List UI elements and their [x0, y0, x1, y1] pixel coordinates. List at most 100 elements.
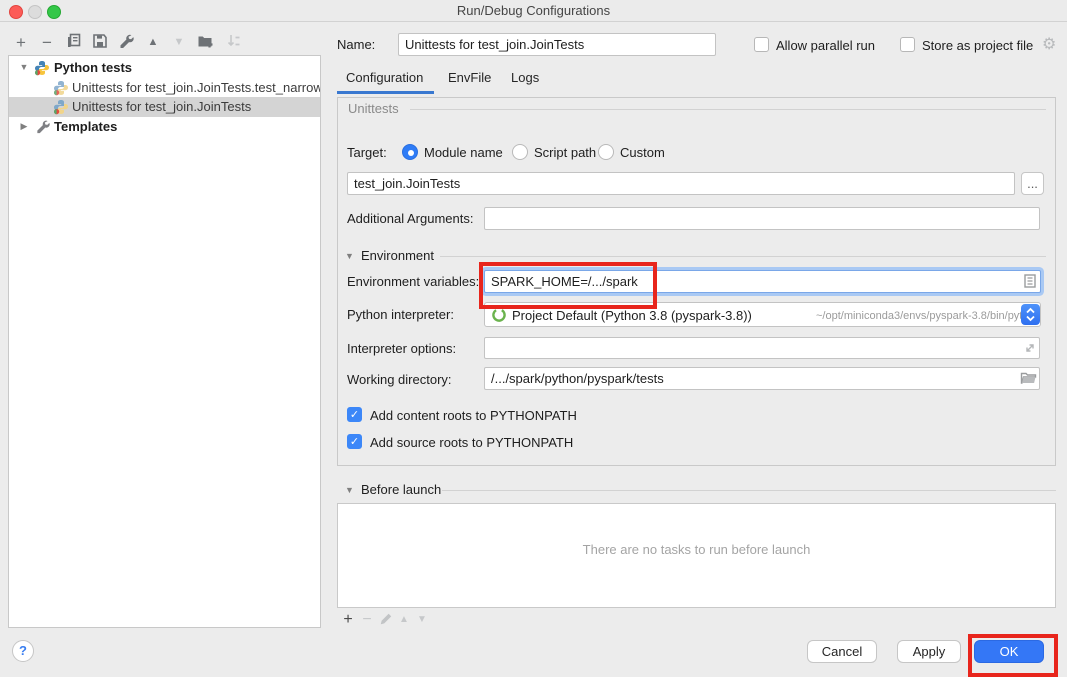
python-interpreter-path: ~/opt/miniconda3/envs/pyspark-3.8/bin/py…	[816, 310, 1041, 322]
sort-configurations-button[interactable]	[224, 32, 244, 52]
copy-icon	[66, 33, 82, 52]
chevron-up-down-icon	[1021, 304, 1040, 325]
chevron-down-icon[interactable]: ▼	[18, 62, 30, 72]
chevron-right-icon[interactable]: ▶	[18, 121, 30, 132]
move-up-button[interactable]: ▲	[143, 32, 163, 52]
env-vars-list-icon[interactable]	[1022, 273, 1038, 292]
tree-item-unittests-narrow[interactable]: Unittests for test_join.JoinTests.test_n…	[9, 78, 320, 98]
wrench-icon	[118, 33, 134, 52]
arrow-down-icon: ▼	[174, 37, 185, 48]
browse-target-button[interactable]: ...	[1021, 172, 1044, 195]
additional-arguments-input[interactable]	[484, 207, 1040, 230]
ok-button[interactable]: OK	[974, 640, 1044, 663]
new-folder-button[interactable]	[195, 32, 215, 52]
store-as-project-file-label: Store as project file	[922, 38, 1033, 53]
window-title: Run/Debug Configurations	[0, 0, 1067, 21]
tree-item-label: Python tests	[54, 60, 132, 75]
before-launch-edit-button[interactable]	[376, 610, 396, 630]
name-input[interactable]	[398, 33, 716, 56]
arrow-up-icon: ▲	[148, 37, 159, 48]
gear-icon[interactable]: ⚙	[1042, 34, 1056, 54]
templates-wrench-icon	[35, 119, 51, 135]
pencil-icon	[379, 612, 393, 629]
before-launch-add-button[interactable]: +	[338, 610, 358, 630]
interpreter-dropdown-stepper[interactable]	[1021, 304, 1040, 325]
store-as-project-file-checkbox[interactable]	[900, 37, 915, 52]
minus-icon: −	[42, 34, 52, 51]
python-tests-icon	[34, 60, 50, 76]
python-interpreter-label: Python interpreter:	[347, 307, 454, 322]
tab-configuration[interactable]: Configuration	[346, 70, 423, 92]
target-custom-radio[interactable]	[598, 144, 614, 160]
add-content-roots-label: Add content roots to PYTHONPATH	[370, 408, 577, 423]
copy-configuration-button[interactable]	[64, 32, 84, 52]
python-interpreter-select[interactable]: Project Default (Python 3.8 (pyspark-3.8…	[484, 302, 1041, 327]
allow-parallel-run-label: Allow parallel run	[776, 38, 875, 53]
conda-env-icon	[491, 307, 507, 326]
group-divider	[442, 490, 1056, 491]
working-directory-input[interactable]	[484, 367, 1040, 390]
tree-item-unittests-jointests-selected[interactable]: Unittests for test_join.JoinTests	[9, 97, 320, 117]
arrow-down-icon: ▼	[417, 615, 427, 625]
group-divider	[410, 109, 1046, 110]
before-launch-label: Before launch	[361, 482, 441, 497]
plus-icon: +	[16, 34, 26, 51]
before-launch-move-up-button[interactable]: ▲	[394, 610, 414, 630]
titlebar: Run/Debug Configurations	[0, 0, 1067, 22]
before-launch-move-down-button[interactable]: ▼	[412, 610, 432, 630]
remove-configuration-button[interactable]: −	[37, 32, 57, 52]
tree-item-python-tests[interactable]: ▼ Python tests	[9, 58, 320, 78]
group-divider	[440, 256, 1046, 257]
before-launch-empty-message: There are no tasks to run before launch	[338, 542, 1055, 557]
interpreter-options-label: Interpreter options:	[347, 341, 456, 356]
tab-logs[interactable]: Logs	[511, 70, 539, 92]
target-script-path-label: Script path	[534, 145, 596, 160]
additional-arguments-label: Additional Arguments:	[347, 211, 473, 226]
tree-item-templates[interactable]: ▶ Templates	[9, 117, 320, 137]
add-configuration-button[interactable]: +	[11, 32, 31, 52]
allow-parallel-run-checkbox[interactable]	[754, 37, 769, 52]
before-launch-remove-button[interactable]: −	[357, 610, 377, 630]
active-tab-underline	[337, 91, 434, 94]
expand-field-icon[interactable]	[1022, 340, 1038, 359]
tree-item-label: Templates	[54, 119, 117, 134]
python-test-icon	[53, 80, 69, 96]
interpreter-options-input[interactable]	[484, 337, 1040, 359]
tree-item-label: Unittests for test_join.JoinTests	[72, 99, 251, 114]
target-module-name-radio[interactable]	[402, 144, 418, 160]
target-input[interactable]	[347, 172, 1015, 195]
add-source-roots-checkbox[interactable]: ✓	[347, 434, 362, 449]
move-down-button[interactable]: ▼	[169, 32, 189, 52]
folder-plus-icon	[197, 33, 214, 52]
unittests-group-label: Unittests	[348, 101, 399, 116]
apply-button[interactable]: Apply	[897, 640, 961, 663]
cancel-button[interactable]: Cancel	[807, 640, 877, 663]
configurations-tree: ▼ Python tests Unittests for test_join.J…	[8, 55, 321, 628]
add-source-roots-label: Add source roots to PYTHONPATH	[370, 435, 573, 450]
environment-group-label: Environment	[361, 248, 434, 263]
before-launch-collapse-icon[interactable]: ▼	[345, 485, 354, 495]
folder-icon[interactable]	[1020, 370, 1037, 389]
working-directory-label: Working directory:	[347, 372, 452, 387]
target-module-name-label: Module name	[424, 145, 503, 160]
target-label: Target:	[347, 145, 387, 160]
python-interpreter-value: Project Default (Python 3.8 (pyspark-3.8…	[512, 308, 752, 323]
environment-variables-input[interactable]	[484, 270, 1041, 293]
plus-icon: +	[343, 612, 352, 628]
sort-az-icon	[226, 33, 242, 52]
tab-envfile[interactable]: EnvFile	[448, 70, 491, 92]
save-configuration-button[interactable]	[90, 32, 110, 52]
help-button[interactable]: ?	[12, 640, 34, 662]
edit-templates-button[interactable]	[116, 32, 136, 52]
save-icon	[92, 33, 108, 52]
target-custom-label: Custom	[620, 145, 665, 160]
environment-collapse-icon[interactable]: ▼	[345, 251, 354, 261]
before-launch-task-list[interactable]: There are no tasks to run before launch	[337, 503, 1056, 608]
tree-item-label: Unittests for test_join.JoinTests.test_n…	[72, 80, 321, 95]
python-test-icon	[53, 99, 69, 115]
minus-icon: −	[362, 612, 371, 628]
target-script-path-radio[interactable]	[512, 144, 528, 160]
arrow-up-icon: ▲	[399, 615, 409, 625]
add-content-roots-checkbox[interactable]: ✓	[347, 407, 362, 422]
name-label: Name:	[337, 37, 375, 52]
